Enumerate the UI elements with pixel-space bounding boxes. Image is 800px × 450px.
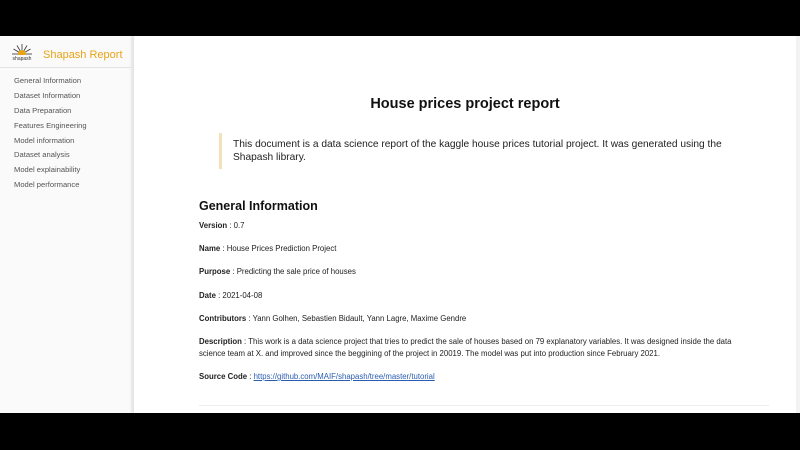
field-label: Description (199, 337, 242, 346)
field-label: Purpose (199, 267, 231, 276)
report-content: House prices project report This documen… (134, 36, 796, 413)
field-label: Source Code (199, 372, 248, 381)
sidebar-item-model-performance[interactable]: Model performance (14, 178, 87, 193)
field-date: Date : 2021-04-08 (199, 291, 263, 300)
source-code-link[interactable]: https://github.com/MAIF/shapash/tree/mas… (254, 372, 435, 381)
field-value: This work is a data science project that… (199, 337, 732, 358)
intro-text: This document is a data science report o… (233, 139, 722, 163)
field-label: Contributors (199, 314, 247, 323)
sidebar-item-model-explainability[interactable]: Model explainability (14, 163, 87, 178)
field-value: 0.7 (233, 221, 245, 230)
field-label: Date (199, 291, 216, 300)
sidebar-item-features-engineering[interactable]: Features Engineering (14, 119, 87, 134)
sidebar-item-dataset-analysis[interactable]: Dataset analysis (14, 148, 87, 163)
divider (199, 405, 769, 406)
field-description: Description : This work is a data scienc… (199, 337, 732, 358)
letterbox-bottom (0, 413, 800, 450)
field-version: Version : 0.7 (199, 221, 245, 230)
field-label: Version (199, 221, 228, 230)
field-value: 2021-04-08 (222, 291, 263, 300)
sidebar: shapash Shapash Report General Informati… (0, 36, 131, 413)
sidebar-nav: General Information Dataset Information … (14, 74, 87, 193)
letterbox-top (0, 0, 800, 36)
intro-quote: This document is a data science report o… (219, 133, 729, 169)
field-name: Name : House Prices Prediction Project (199, 244, 337, 253)
field-value: Yann Golhen, Sebastien Bidault, Yann Lag… (252, 314, 467, 323)
brand-title: Shapash Report (43, 49, 123, 61)
field-source-code: Source Code : https://github.com/MAIF/sh… (199, 372, 435, 381)
shapash-logo-icon: shapash (12, 44, 32, 62)
field-value: Predicting the sale price of houses (236, 267, 356, 276)
report-app: shapash Shapash Report General Informati… (0, 36, 800, 413)
sidebar-item-dataset-information[interactable]: Dataset Information (14, 89, 87, 104)
sidebar-item-general-information[interactable]: General Information (14, 74, 87, 89)
svg-text:shapash: shapash (13, 56, 32, 62)
field-contributors: Contributors : Yann Golhen, Sebastien Bi… (199, 314, 467, 323)
sidebar-item-model-information[interactable]: Model information (14, 134, 87, 149)
report-title: House prices project report (370, 96, 560, 112)
sidebar-item-data-preparation[interactable]: Data Preparation (14, 104, 87, 119)
field-label: Name (199, 244, 221, 253)
field-purpose: Purpose : Predicting the sale price of h… (199, 267, 356, 276)
field-value: House Prices Prediction Project (226, 244, 337, 253)
section-title: General Information (199, 199, 318, 213)
brand-header: shapash Shapash Report (0, 36, 131, 68)
